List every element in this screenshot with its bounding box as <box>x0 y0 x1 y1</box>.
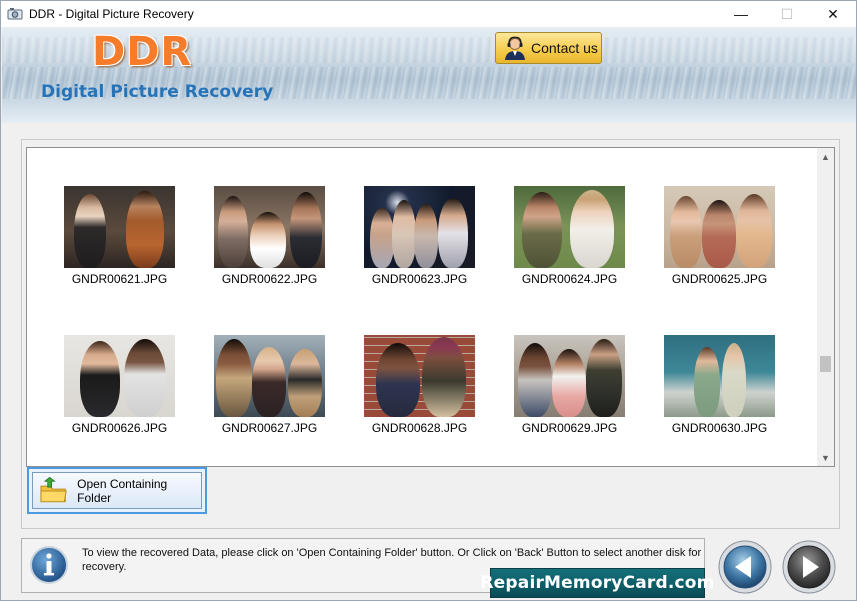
photo-filename: GNDR00624.JPG <box>521 272 618 286</box>
minimize-button[interactable]: — <box>718 1 764 27</box>
photo-filename: GNDR00630.JPG <box>671 421 768 435</box>
photo-preview <box>214 335 325 417</box>
photo-filename: GNDR00625.JPG <box>671 272 768 286</box>
ddr-logo: DDR <box>92 29 193 75</box>
recovered-photo-gallery[interactable]: GNDR00621.JPG GNDR00622.JPG GNDR00623.JP… <box>26 147 835 467</box>
window-title: DDR - Digital Picture Recovery <box>29 7 194 21</box>
info-icon <box>30 546 68 584</box>
scroll-down-arrow-icon[interactable]: ▼ <box>817 449 834 466</box>
back-button[interactable] <box>717 539 773 595</box>
photo-preview <box>664 335 775 417</box>
photo-preview <box>214 186 325 268</box>
photo-filename: GNDR00622.JPG <box>221 272 318 286</box>
photo-filename: GNDR00626.JPG <box>71 421 168 435</box>
open-containing-folder-button-face[interactable]: Open Containing Folder <box>32 472 202 509</box>
title-bar: DDR - Digital Picture Recovery — ☐ ✕ <box>1 1 856 27</box>
photo-filename: GNDR00621.JPG <box>71 272 168 286</box>
contact-us-button[interactable]: Contact us <box>495 32 602 64</box>
open-containing-folder-button[interactable]: Open Containing Folder <box>27 467 207 514</box>
photo-preview <box>514 335 625 417</box>
brand-text: RepairMemoryCard.com <box>480 573 715 593</box>
repairmemorycard-brand-badge: RepairMemoryCard.com <box>480 568 714 598</box>
maximize-button[interactable]: ☐ <box>764 1 810 27</box>
header-banner: DDR Digital Picture Recovery Contact us <box>2 27 856 123</box>
photo-filename: GNDR00623.JPG <box>371 272 468 286</box>
photo-filename: GNDR00627.JPG <box>221 421 318 435</box>
photo-preview <box>664 186 775 268</box>
open-containing-folder-label: Open Containing Folder <box>77 476 168 505</box>
scroll-up-arrow-icon[interactable]: ▲ <box>817 148 834 165</box>
app-window: DDR - Digital Picture Recovery — ☐ ✕ DDR… <box>0 0 857 601</box>
folder-open-icon <box>40 476 67 502</box>
photo-preview <box>364 335 475 417</box>
photo-preview <box>64 186 175 268</box>
photo-preview <box>64 335 175 417</box>
support-agent-icon <box>505 36 525 60</box>
photo-filename: GNDR00629.JPG <box>521 421 618 435</box>
gallery-scrollbar[interactable]: ▲ ▼ <box>817 148 834 466</box>
maximize-icon: ☐ <box>780 5 794 22</box>
close-button[interactable]: ✕ <box>810 1 856 27</box>
results-panel: GNDR00621.JPG GNDR00622.JPG GNDR00623.JP… <box>21 139 840 529</box>
product-subtitle: Digital Picture Recovery <box>41 82 274 102</box>
next-button[interactable] <box>781 539 837 595</box>
close-icon: ✕ <box>827 5 839 22</box>
photo-preview <box>514 186 625 268</box>
contact-us-label: Contact us <box>531 40 598 56</box>
app-icon <box>7 8 23 20</box>
minimize-icon: — <box>734 6 748 22</box>
scrollbar-thumb[interactable] <box>820 356 831 372</box>
photo-filename: GNDR00628.JPG <box>371 421 468 435</box>
photo-preview <box>364 186 475 268</box>
